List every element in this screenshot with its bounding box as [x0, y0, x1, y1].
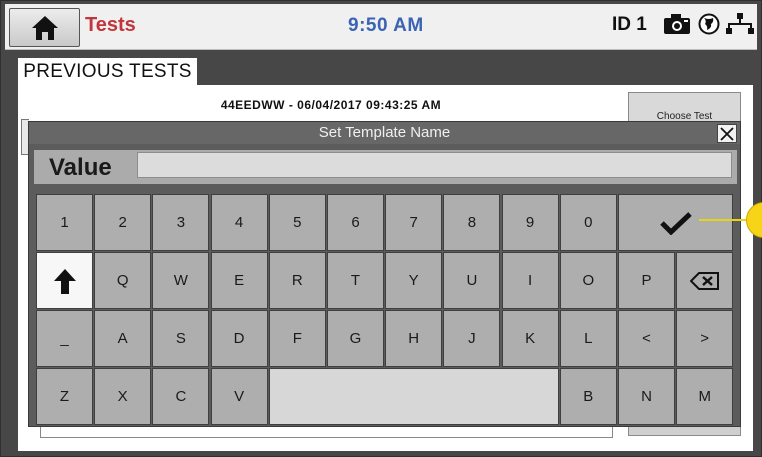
key-l[interactable]: L	[559, 310, 617, 367]
key-o[interactable]: O	[559, 252, 617, 309]
key-r[interactable]: R	[268, 252, 326, 309]
key-b[interactable]: B	[559, 368, 617, 425]
key-v[interactable]: V	[210, 368, 268, 425]
key-h[interactable]: H	[385, 310, 443, 367]
key-u[interactable]: U	[443, 252, 501, 309]
key-a[interactable]: A	[94, 310, 152, 367]
app-frame: Tests 9:50 AM ID 1 PREVIOUS TESTS 44EEDW…	[0, 0, 762, 457]
key-3[interactable]: 3	[152, 194, 210, 251]
key-s[interactable]: S	[152, 310, 210, 367]
key-less-than[interactable]: <	[618, 310, 675, 367]
key-d[interactable]: D	[210, 310, 268, 367]
globe-icon[interactable]	[698, 13, 720, 35]
up-arrow-icon	[53, 268, 76, 294]
backspace-key[interactable]	[676, 252, 734, 309]
key-e[interactable]: E	[210, 252, 268, 309]
key-c[interactable]: C	[152, 368, 210, 425]
clock-display: 9:50 AM	[348, 15, 424, 36]
value-label: Value	[49, 154, 112, 181]
home-button[interactable]	[9, 8, 80, 47]
key-j[interactable]: J	[443, 310, 501, 367]
key-k[interactable]: K	[501, 310, 559, 367]
id-label: ID 1	[612, 14, 647, 35]
close-icon	[720, 126, 734, 141]
key-n[interactable]: N	[618, 368, 675, 425]
tab-previous-tests[interactable]: PREVIOUS TESTS	[18, 58, 197, 85]
home-icon	[31, 15, 58, 40]
key-i[interactable]: I	[501, 252, 559, 309]
key-t[interactable]: T	[327, 252, 384, 309]
callout-line	[699, 219, 747, 221]
key-x[interactable]: X	[94, 368, 152, 425]
close-button[interactable]	[717, 124, 737, 143]
check-icon	[659, 211, 692, 235]
key-f[interactable]: F	[268, 310, 326, 367]
key-1[interactable]: 1	[36, 194, 93, 251]
key-q[interactable]: Q	[94, 252, 152, 309]
key-w[interactable]: W	[152, 252, 210, 309]
network-icon[interactable]	[726, 12, 754, 36]
top-bar: Tests 9:50 AM ID 1	[5, 4, 757, 50]
key-m[interactable]: M	[676, 368, 734, 425]
screen-title: Tests	[85, 14, 136, 36]
set-template-name-dialog: Set Template Name Value 1234567890 QWERTY…	[28, 121, 741, 427]
key-8[interactable]: 8	[443, 194, 501, 251]
key-2[interactable]: 2	[94, 194, 152, 251]
key-z[interactable]: Z	[36, 368, 93, 425]
key-underscore[interactable]: _	[36, 310, 93, 367]
key-9[interactable]: 9	[501, 194, 559, 251]
key-g[interactable]: G	[327, 310, 384, 367]
key-4[interactable]: 4	[210, 194, 268, 251]
shift-key[interactable]	[36, 252, 93, 309]
enter-key[interactable]	[618, 194, 734, 251]
key-p[interactable]: P	[618, 252, 675, 309]
key-7[interactable]: 7	[385, 194, 443, 251]
selected-test-header: 44EEDWW - 06/04/2017 09:43:25 AM	[220, 98, 442, 112]
key-y[interactable]: Y	[385, 252, 443, 309]
backspace-icon	[689, 271, 719, 290]
dialog-title: Set Template Name	[29, 122, 740, 144]
space-bar[interactable]	[268, 368, 559, 425]
key-greater-than[interactable]: >	[676, 310, 734, 367]
camera-icon[interactable]	[663, 13, 691, 35]
key-0[interactable]: 0	[559, 194, 617, 251]
key-6[interactable]: 6	[327, 194, 384, 251]
key-5[interactable]: 5	[268, 194, 326, 251]
value-input[interactable]	[137, 152, 732, 178]
value-row: Value	[34, 150, 737, 184]
